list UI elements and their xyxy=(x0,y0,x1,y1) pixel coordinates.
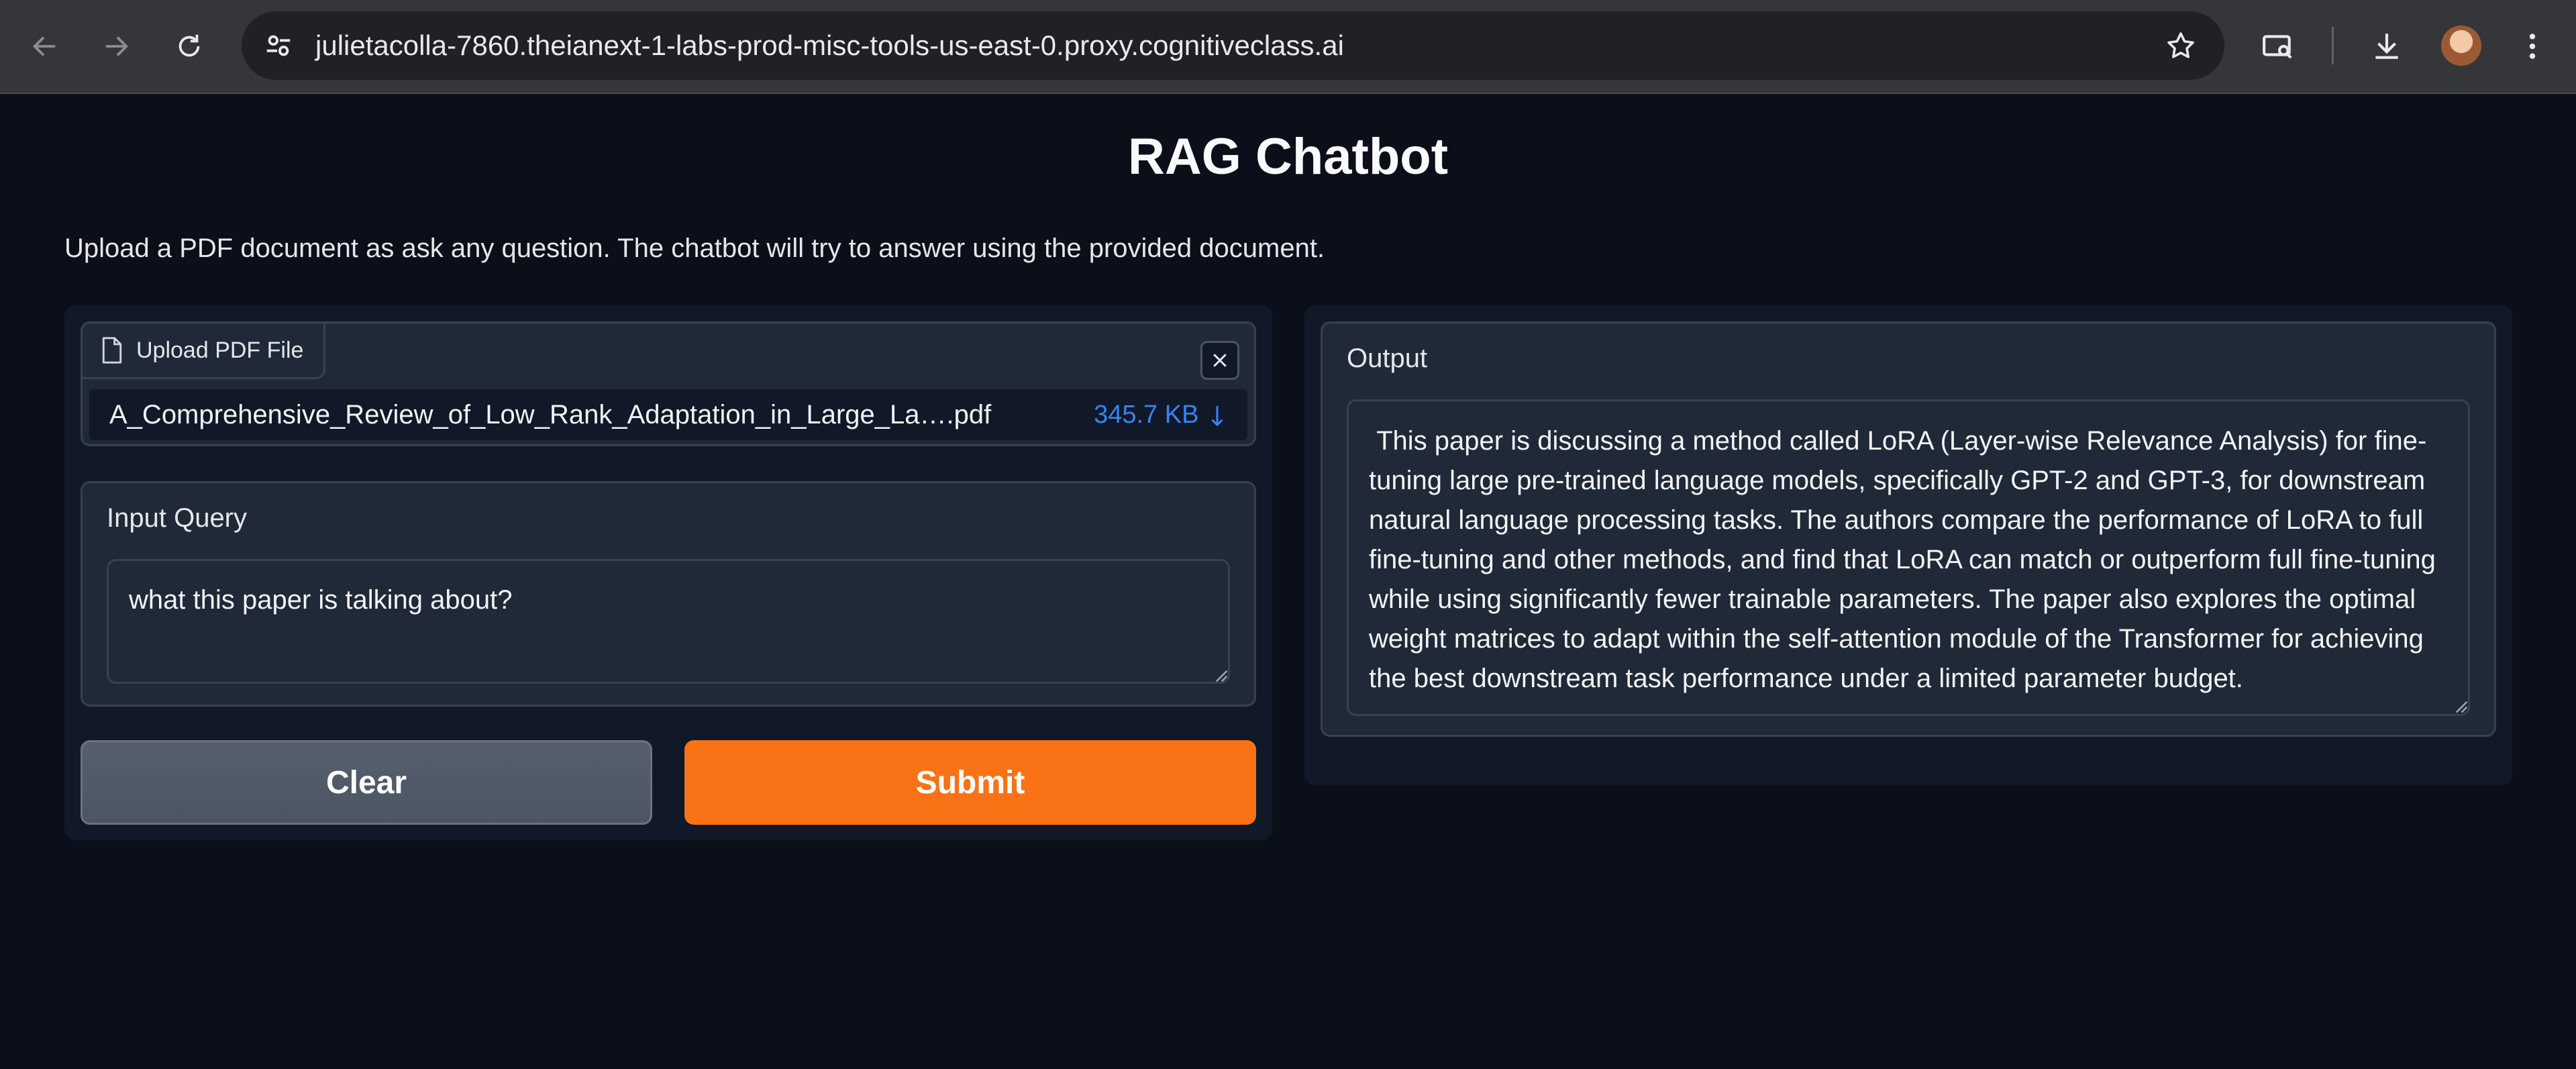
download-icon[interactable] xyxy=(2363,23,2410,70)
file-size: 345.7 KB xyxy=(1094,401,1199,429)
kebab-menu-icon[interactable] xyxy=(2509,23,2556,70)
close-icon xyxy=(1213,354,1227,367)
query-label: Input Query xyxy=(107,503,248,533)
submit-button[interactable]: Submit xyxy=(684,740,1256,825)
file-name: A_Comprehensive_Review_of_Low_Rank_Adapt… xyxy=(109,400,992,429)
search-tab-icon[interactable] xyxy=(2255,23,2302,70)
download-arrow-icon xyxy=(1211,405,1223,427)
back-arrow-icon[interactable] xyxy=(21,23,68,70)
browser-toolbar: julietacolla-7860.theianext-1-labs-prod-… xyxy=(0,0,2576,94)
page-title: RAG Chatbot xyxy=(1127,128,1449,185)
clear-file-button[interactable] xyxy=(1200,341,1239,380)
reload-icon[interactable] xyxy=(166,23,213,70)
upload-label: Upload PDF File xyxy=(136,338,304,363)
input-panel: Upload PDF File A_Comprehensive_Review_o… xyxy=(64,305,1272,840)
toolbar-divider xyxy=(2332,27,2334,64)
output-panel: Output This paper is discussing a method… xyxy=(1304,305,2512,785)
address-bar[interactable]: julietacolla-7860.theianext-1-labs-prod-… xyxy=(242,11,2224,80)
file-icon xyxy=(102,337,122,364)
site-info-icon[interactable] xyxy=(258,26,299,66)
forward-arrow-icon[interactable] xyxy=(93,23,140,70)
page-description: Upload a PDF document as ask any questio… xyxy=(64,234,1325,263)
profile-avatar[interactable] xyxy=(2441,26,2481,66)
url-text[interactable]: julietacolla-7860.theianext-1-labs-prod-… xyxy=(315,11,1344,80)
output-label: Output xyxy=(1347,344,1428,373)
query-input[interactable] xyxy=(107,559,1230,684)
clear-button[interactable]: Clear xyxy=(81,740,652,825)
output-textbox[interactable]: This paper is discussing a method called… xyxy=(1347,399,2470,716)
bookmark-star-icon[interactable] xyxy=(2161,26,2201,66)
upload-label-tab: Upload PDF File xyxy=(81,321,326,379)
resize-grip-icon[interactable] xyxy=(1211,666,1229,683)
output-block: Output This paper is discussing a method… xyxy=(1321,321,2496,737)
file-size-download-link[interactable]: 345.7 KB xyxy=(1094,389,1225,440)
pdf-upload-block: Upload PDF File A_Comprehensive_Review_o… xyxy=(81,321,1256,446)
resize-grip-icon[interactable] xyxy=(2451,697,2469,714)
uploaded-file-row: A_Comprehensive_Review_of_Low_Rank_Adapt… xyxy=(89,389,1247,440)
query-block: Input Query xyxy=(81,481,1256,707)
